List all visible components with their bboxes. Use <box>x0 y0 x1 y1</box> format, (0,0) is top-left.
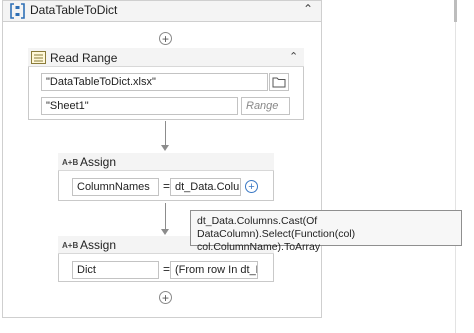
plus-circle-icon[interactable]: + <box>245 180 258 193</box>
excel-read-range-icon <box>31 51 46 64</box>
assign-value-input[interactable]: dt_Data.Colum <box>170 178 241 196</box>
sequence-icon <box>10 3 25 19</box>
read-range-title: Read Range <box>50 51 118 65</box>
connector-arrow <box>161 145 169 151</box>
assign-icon: A+B <box>62 158 79 167</box>
double-chevron-up-icon[interactable]: ⌃ <box>289 50 298 63</box>
add-activity-button[interactable]: + <box>159 291 172 304</box>
sheet-name-input[interactable]: "Sheet1" <box>41 97 238 115</box>
equals-sign: = <box>163 262 171 276</box>
connector-line <box>165 203 166 229</box>
connector-arrow <box>161 229 169 235</box>
sequence-title: DataTableToDict <box>30 3 118 17</box>
scrollbar-thumb[interactable] <box>454 0 457 22</box>
add-activity-button[interactable]: + <box>159 32 172 45</box>
vertical-scrollbar[interactable] <box>455 0 456 333</box>
folder-icon <box>272 77 286 88</box>
browse-file-button[interactable] <box>269 73 289 91</box>
expression-tooltip: dt_Data.Columns.Cast(Of DataColumn).Sele… <box>190 210 462 253</box>
tooltip-line: dt_Data.Columns.Cast(Of DataColumn).Sele… <box>197 215 356 240</box>
assign-to-input[interactable]: Dict <box>72 261 159 279</box>
double-chevron-up-icon[interactable]: ⌃ <box>303 2 313 16</box>
connector-line <box>165 121 166 145</box>
assign-title: Assign <box>80 238 117 252</box>
tooltip-line: col.ColumnName).ToArray <box>197 241 321 253</box>
assign-icon: A+B <box>62 241 79 250</box>
assign-title: Assign <box>80 155 117 169</box>
assign-to-input[interactable]: ColumnNames <box>72 178 159 196</box>
assign-value-input[interactable]: (From row In dt_Da <box>170 261 258 279</box>
workbook-path-input[interactable]: "DataTableToDict.xlsx" <box>41 73 268 91</box>
range-input[interactable]: Range <box>241 97 290 115</box>
equals-sign: = <box>163 179 171 193</box>
